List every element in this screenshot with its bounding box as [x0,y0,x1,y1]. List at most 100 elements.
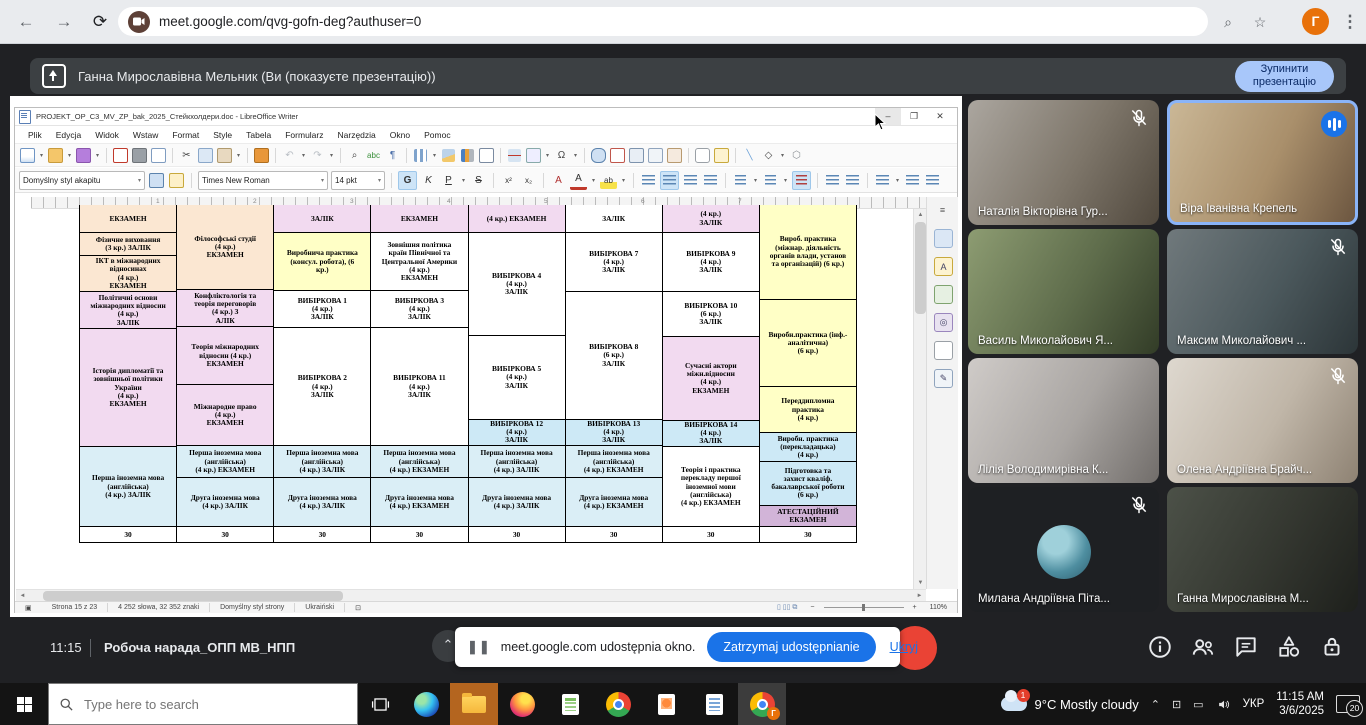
taskbar-libreoffice-writer[interactable] [690,683,738,725]
table-cell[interactable]: ВИБІРКОВА 10 (6 кр.) ЗАЛІК [663,292,760,337]
strikethrough-button[interactable]: S [470,172,487,189]
symbol-shapes-icon[interactable]: ⬡ [788,147,805,164]
notification-center-icon[interactable]: 20 [1336,695,1360,713]
table-cell[interactable]: Історія дипломатії та зовнішньої політик… [80,329,177,447]
menu-tabela[interactable]: Tabela [239,130,278,140]
zoom-slider[interactable] [824,607,904,608]
table-cell[interactable]: (4 кр.) ЗАЛІК [663,205,760,233]
font-size-select[interactable]: 14 pkt▾ [331,171,385,190]
participant-tile[interactable]: Милана Андріївна Піта... [968,487,1159,612]
table-cell[interactable]: ВИБІРКОВА 2 (4 кр.) ЗАЛІК [274,328,371,446]
zoom-out-icon[interactable]: − [807,604,817,611]
font-color-button[interactable]: A [570,170,587,190]
print-preview-icon[interactable] [150,147,167,164]
track-changes-icon[interactable] [713,147,730,164]
table-cell[interactable]: Друга іноземна мова (4 кр.) ЗАЛІК [274,478,371,527]
table-cell[interactable]: 30 [371,527,468,543]
insert-image-icon[interactable] [440,147,457,164]
table-cell[interactable]: 30 [760,527,857,543]
gallery-deck-icon[interactable] [934,285,953,304]
table-cell[interactable]: Перша іноземна мова (англійська) (4 кр.)… [469,446,566,478]
insert-field-icon[interactable] [525,147,542,164]
style-inspector-icon[interactable]: ✎ [934,369,953,388]
stop-sharing-button[interactable]: Zatrzymaj udostępnianie [707,632,875,662]
font-name-select[interactable]: Times New Roman▾ [198,171,328,190]
table-cell[interactable]: ЗАЛІК [274,205,371,233]
table-cell[interactable]: Перша іноземна мова (англійська) (4 кр.)… [177,446,274,478]
zoom-page-icon[interactable]: ⌕ [1216,10,1240,34]
keyboard-language[interactable]: УКР [1243,698,1265,710]
table-cell[interactable]: Сучасні актори міжн.відносин (4 кр.) ЕКЗ… [663,337,760,420]
find-replace-icon[interactable]: ⌕ [346,147,363,164]
tray-battery-icon[interactable]: ▭ [1193,698,1203,711]
horizontal-scroll-thumb[interactable] [43,591,343,601]
no-list-button[interactable] [792,171,811,190]
vertical-scrollbar[interactable]: ▲ ▼ [913,209,926,589]
insert-table-icon[interactable] [412,147,429,164]
chat-icon[interactable] [1233,634,1259,660]
underline-button[interactable]: P [440,172,457,189]
menu-format[interactable]: Format [165,130,206,140]
taskbar-search[interactable] [48,683,358,725]
people-icon[interactable] [1190,634,1216,660]
table-cell[interactable]: Перша іноземна мова (англійська) (4 кр.)… [566,446,663,478]
paragraph-style-select[interactable]: Domyślny styl akapitu▾ [19,171,145,190]
table-cell[interactable]: 30 [274,527,371,543]
basic-shapes-icon[interactable]: ◇ [760,147,777,164]
update-style-icon[interactable] [148,172,165,189]
table-cell[interactable]: ВИБІРКОВА 13 (4 кр.) ЗАЛІК [566,420,663,446]
menu-wstaw[interactable]: Wstaw [126,130,166,140]
back-icon[interactable]: ← [14,10,38,34]
paste-icon[interactable] [216,147,233,164]
table-cell[interactable]: Перша іноземна мова (англійська) (4 кр.)… [80,447,177,527]
table-cell[interactable]: Теорія і практика перекладу першої інозе… [663,447,760,527]
window-titlebar[interactable]: PROJEKT_OP_C3_MV_ZP_bak_2025_Стейкхолдер… [15,108,957,126]
reload-icon[interactable]: ⟳ [88,10,112,34]
table-cell[interactable]: Виробнича практика (консул. робота), (6 … [274,233,371,291]
menu-widok[interactable]: Widok [88,130,126,140]
hyperlink-icon[interactable] [590,147,607,164]
table-cell[interactable]: ВИБІРКОВА 5 (4 кр.) ЗАЛІК [469,336,566,419]
align-right-button[interactable] [682,172,699,189]
table-cell[interactable]: ВИБІРКОВА 11 (4 кр.) ЗАЛІК [371,328,468,446]
menu-narzedzia[interactable]: Narzędzia [331,130,383,140]
horizontal-scrollbar[interactable]: ◄ ► [16,589,926,601]
participant-tile[interactable]: Лілія Володимирівна К... [968,358,1159,483]
bold-button[interactable]: G [398,171,417,190]
save-icon[interactable] [75,147,92,164]
insert-chart-icon[interactable] [459,147,476,164]
menu-formularz[interactable]: Formularz [278,130,330,140]
open-file-icon[interactable] [47,147,64,164]
scroll-left-icon[interactable]: ◄ [16,590,29,602]
superscript-button[interactable]: x² [500,172,517,189]
view-layout-icons[interactable]: ▯ ▯▯ ⧉ [767,603,807,612]
participant-tile[interactable]: Олена Андріївна Брайч... [1167,358,1358,483]
taskbar-libreoffice-calc[interactable] [546,683,594,725]
page-style-status[interactable]: Domyślny styl strony [210,604,294,611]
table-cell[interactable]: ІКТ в міжнародних відносинах (4 кр.) ЕКЗ… [80,256,177,292]
menu-edycja[interactable]: Edycja [49,130,89,140]
justify-button[interactable] [702,172,719,189]
table-cell[interactable]: Перша іноземна мова (англійська) (4 кр.)… [371,446,468,478]
participant-tile[interactable]: Максим Миколайович ... [1167,229,1358,354]
table-cell[interactable]: Друга іноземна мова (4 кр.) ЗАЛІК [469,478,566,527]
page-break-icon[interactable] [506,147,523,164]
new-style-icon[interactable] [168,172,185,189]
redo-icon[interactable]: ↷ [309,147,326,164]
page-deck-icon[interactable] [934,341,953,360]
page-count[interactable]: Strona 15 z 23 [42,604,108,611]
language-status[interactable]: Ukraiński [295,604,344,611]
taskbar-file-explorer-active[interactable] [450,683,498,725]
search-input[interactable] [82,696,286,713]
align-left-button[interactable] [640,172,657,189]
italic-button[interactable]: K [420,172,437,189]
undo-icon[interactable]: ↶ [281,147,298,164]
bookmark-star-icon[interactable]: ☆ [1248,10,1272,34]
table-cell[interactable]: Друга іноземна мова (4 кр.) ЕКЗАМЕН [371,478,468,527]
table-cell[interactable]: ВИБІРКОВА 1 (4 кр.) ЗАЛІК [274,291,371,328]
taskbar-clock[interactable]: 11:15 AM 3/6/2025 [1276,690,1324,719]
participant-tile[interactable]: Василь Миколайович Я... [968,229,1159,354]
table-cell[interactable]: Перша іноземна мова (англійська) (4 кр.)… [274,446,371,478]
participant-tile[interactable]: Наталія Вікторівна Гур... [968,100,1159,225]
special-character-icon[interactable]: Ω [553,147,570,164]
